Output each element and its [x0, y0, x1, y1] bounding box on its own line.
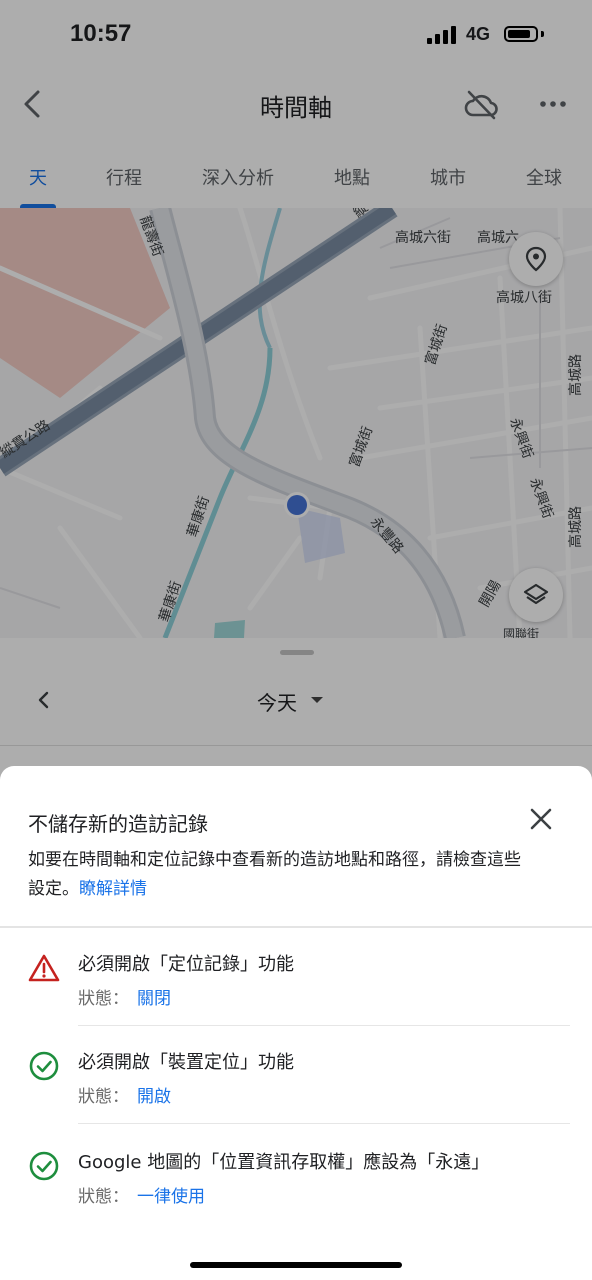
- check-circle-icon: [29, 1151, 59, 1181]
- setting-status: 狀態： 一律使用: [78, 1182, 205, 1207]
- setting-title: Google 地圖的「位置資訊存取權」應設為「永遠」: [78, 1152, 490, 1173]
- status-value: 關閉: [137, 989, 171, 1009]
- status-value: 開啟: [137, 1087, 171, 1107]
- setting-title: 必須開啟「定位記錄」功能: [78, 954, 294, 975]
- settings-bottom-sheet: 不儲存新的造訪記錄 如要在時間軸和定位記錄中查看新的造訪地點和路徑，請檢查這些設…: [0, 766, 592, 1280]
- item-divider: [78, 1123, 570, 1124]
- close-icon[interactable]: [526, 804, 556, 834]
- sheet-title: 不儲存新的造訪記錄: [28, 812, 208, 836]
- home-indicator[interactable]: [190, 1262, 402, 1268]
- sheet-description: 如要在時間軸和定位記錄中查看新的造訪地點和路徑，請檢查這些設定。瞭解詳情: [28, 846, 528, 904]
- setting-item-location-access[interactable]: Google 地圖的「位置資訊存取權」應設為「永遠」 狀態： 一律使用: [0, 1128, 592, 1218]
- check-circle-icon: [29, 1051, 59, 1081]
- setting-item-device-location[interactable]: 必須開啟「裝置定位」功能 狀態： 開啟: [0, 1028, 592, 1118]
- setting-status: 狀態： 開啟: [78, 1082, 171, 1107]
- status-label: 狀態：: [78, 1087, 129, 1107]
- learn-more-link[interactable]: 瞭解詳情: [79, 879, 147, 899]
- warning-icon: [28, 954, 60, 982]
- status-label: 狀態：: [78, 1187, 129, 1207]
- setting-item-location-history[interactable]: 必須開啟「定位記錄」功能 狀態： 關閉: [0, 930, 592, 1020]
- setting-title: 必須開啟「裝置定位」功能: [78, 1052, 294, 1073]
- sheet-divider: [0, 926, 592, 928]
- status-label: 狀態：: [78, 989, 129, 1009]
- setting-status: 狀態： 關閉: [78, 984, 171, 1009]
- status-value: 一律使用: [137, 1187, 205, 1207]
- item-divider: [78, 1025, 570, 1026]
